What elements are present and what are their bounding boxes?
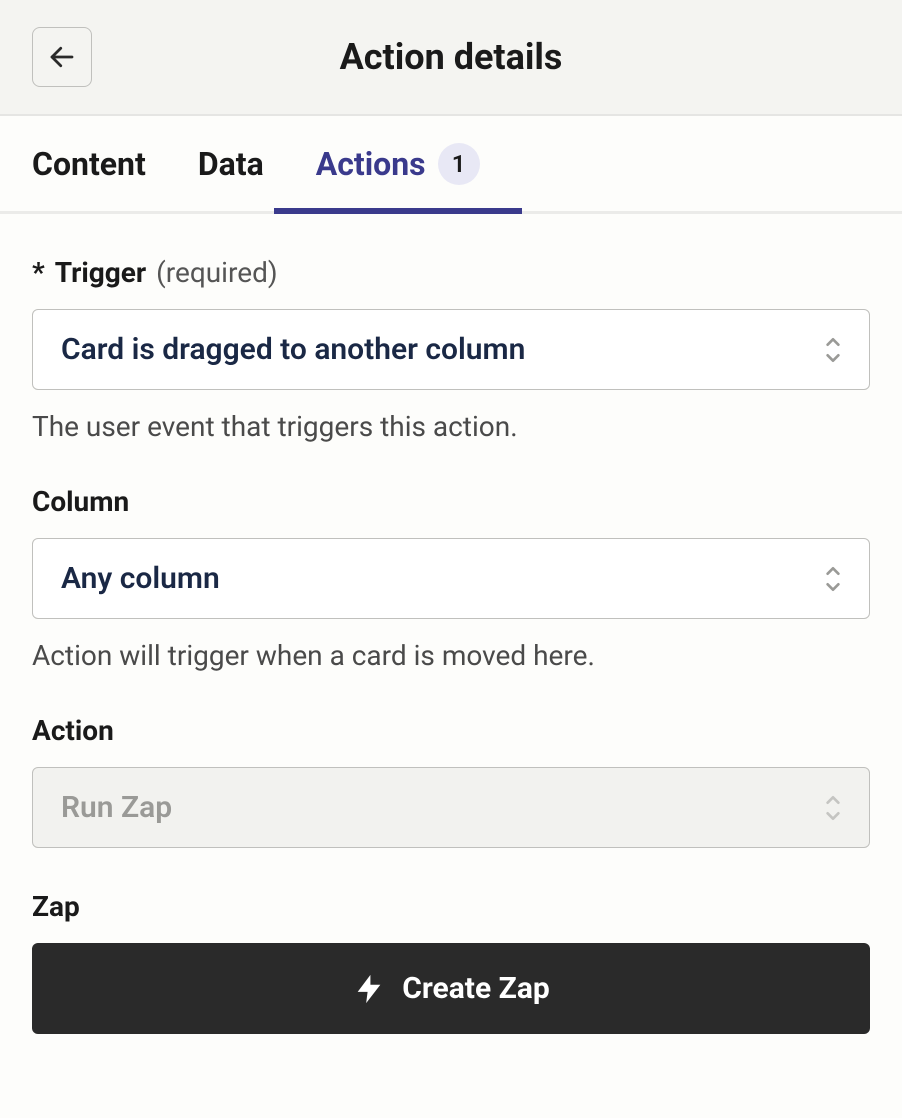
trigger-label-text: Trigger — [55, 256, 146, 289]
column-label: Column — [32, 485, 870, 518]
action-label: Action — [32, 714, 870, 747]
header: Action details — [0, 0, 902, 116]
tab-label: Actions — [316, 145, 426, 183]
tab-bar: Content Data Actions 1 — [0, 116, 902, 214]
actions-count-badge: 1 — [438, 143, 480, 185]
tab-data[interactable]: Data — [198, 116, 264, 211]
action-select-wrapper: Run Zap — [32, 767, 870, 848]
zap-field-group: Zap Create Zap — [32, 890, 870, 1034]
action-select: Run Zap — [32, 767, 870, 848]
required-text: (required) — [156, 256, 277, 289]
tab-label: Content — [32, 145, 146, 183]
lightning-icon — [352, 972, 386, 1006]
create-zap-label: Create Zap — [402, 971, 550, 1006]
zap-label: Zap — [32, 890, 870, 923]
trigger-field-group: * Trigger (required) Card is dragged to … — [32, 256, 870, 443]
trigger-select-wrapper: Card is dragged to another column — [32, 309, 870, 390]
column-field-group: Column Any column Action will trigger wh… — [32, 485, 870, 672]
trigger-label: * Trigger (required) — [32, 256, 870, 289]
trigger-help-text: The user event that triggers this action… — [32, 410, 870, 443]
column-select[interactable]: Any column — [32, 538, 870, 619]
column-label-text: Column — [32, 485, 129, 518]
tab-content[interactable]: Content — [32, 116, 146, 211]
trigger-select[interactable]: Card is dragged to another column — [32, 309, 870, 390]
tab-label: Data — [198, 145, 264, 183]
tab-actions[interactable]: Actions 1 — [316, 116, 480, 211]
column-help-text: Action will trigger when a card is moved… — [32, 639, 870, 672]
zap-label-text: Zap — [32, 890, 80, 923]
form-content: * Trigger (required) Card is dragged to … — [0, 214, 902, 1118]
arrow-left-icon — [47, 42, 77, 72]
required-asterisk: * — [32, 256, 45, 289]
column-select-wrapper: Any column — [32, 538, 870, 619]
action-field-group: Action Run Zap — [32, 714, 870, 848]
action-label-text: Action — [32, 714, 114, 747]
create-zap-button[interactable]: Create Zap — [32, 943, 870, 1034]
page-title: Action details — [340, 36, 563, 78]
back-button[interactable] — [32, 27, 92, 87]
